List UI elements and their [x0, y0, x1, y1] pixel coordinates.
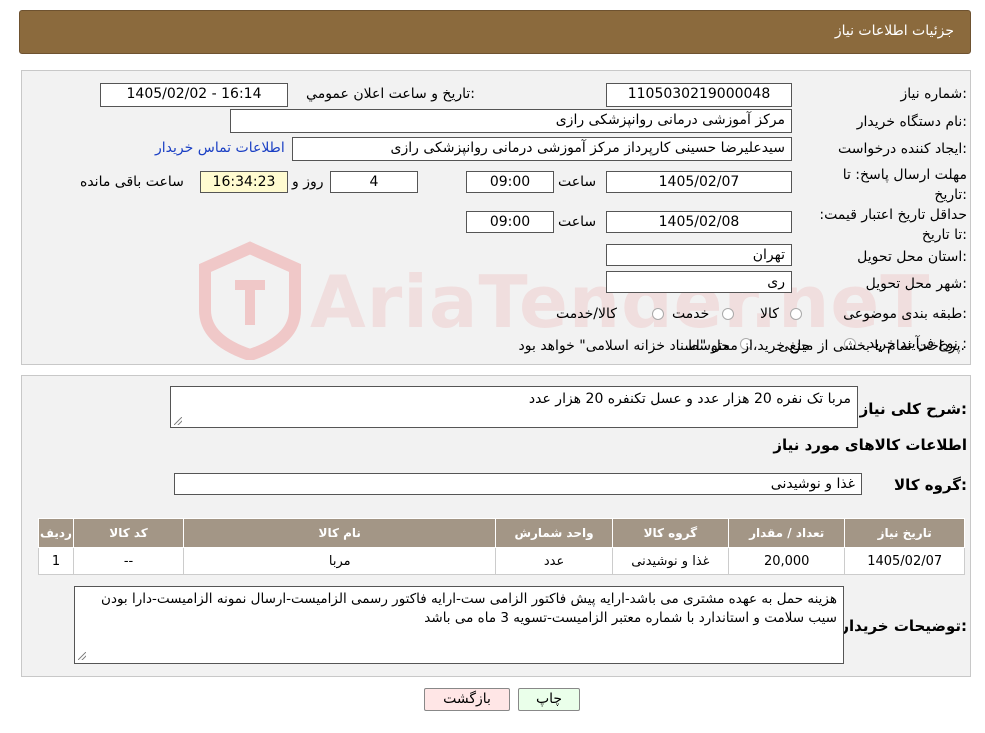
days-field: 4 — [330, 171, 418, 193]
validity-label: حداقل تاریخ اعتبار قیمت: تا تاریخ: — [807, 205, 967, 245]
page-header: جزئیات اطلاعات نیاز — [19, 10, 971, 54]
cell-goods-group: غذا و نوشیدنی — [611, 547, 730, 575]
table-row: 1 -- مربا عدد غذا و نوشیدنی 20,000 1405/… — [38, 547, 965, 575]
deadline-time-field: 09:00 — [466, 171, 554, 193]
process-note: پرداخت تمام یا بخشی از مبلغ خرید،از محل … — [518, 338, 965, 354]
cell-row-number: 1 — [38, 547, 74, 575]
goods-section-title: اطلاعات کالاهای مورد نیاز — [773, 436, 967, 454]
category-radio-service[interactable] — [722, 308, 734, 320]
category-option-goods: کالا — [760, 306, 779, 322]
need-number-field: 1105030219000048 — [606, 83, 792, 107]
category-option-service: خدمت — [672, 306, 710, 322]
announce-field: 1405/02/02 - 16:14 — [100, 83, 288, 107]
creator-field: سیدعلیرضا حسینی کارپرداز مرکز آموزشی درم… — [292, 137, 792, 161]
col-item-name: نام کالا — [183, 518, 497, 548]
col-row-number: ردیف — [38, 518, 74, 548]
description-field: مربا تک نفره 20 هزار عدد و عسل تکنفره 20… — [170, 386, 858, 428]
creator-label: ایجاد کننده درخواست: — [838, 141, 967, 157]
validity-date-field: 1405/02/08 — [606, 211, 792, 233]
province-field: تهران — [606, 244, 792, 266]
cell-quantity: 20,000 — [728, 547, 846, 575]
col-item-code: کد کالا — [72, 518, 185, 548]
buyer-org-label: نام دستگاه خریدار: — [856, 114, 967, 130]
buyer-notes-field: هزینه حمل به عهده مشتری می باشد-ارایه پی… — [74, 586, 844, 664]
remaining-label: ساعت باقی مانده — [80, 174, 184, 190]
buyer-org-field: مرکز آموزشی درمانی روانپزشکی رازی — [230, 109, 792, 133]
city-label: شهر محل تحویل: — [865, 276, 967, 292]
cell-item-code: -- — [72, 547, 185, 575]
announce-label: تاریخ و ساعت اعلان عمومي: — [306, 86, 475, 102]
category-radio-goods-service[interactable] — [652, 308, 664, 320]
validity-time-label: ساعت — [558, 214, 597, 230]
col-need-date: تاریخ نیاز — [844, 518, 965, 548]
days-label: روز و — [292, 174, 324, 190]
description-resize-icon[interactable] — [174, 417, 182, 425]
need-number-label: شماره نیاز: — [900, 86, 967, 102]
category-option-goods-service: کالا/خدمت — [556, 306, 617, 322]
remaining-time-field: 16:34:23 — [200, 171, 288, 193]
description-label: شرح کلی نیاز: — [859, 400, 967, 418]
province-label: استان محل تحویل: — [857, 249, 967, 265]
cell-unit: عدد — [495, 547, 613, 575]
validity-label-text: حداقل تاریخ اعتبار قیمت: تا تاریخ: — [819, 207, 967, 243]
city-field: ری — [606, 271, 792, 293]
category-radio-goods[interactable] — [790, 308, 802, 320]
buyer-notes-resize-icon[interactable] — [78, 652, 86, 660]
page-title: جزئیات اطلاعات نیاز — [834, 23, 954, 39]
goods-group-label: گروه کالا: — [894, 476, 967, 494]
cell-item-name: مربا — [183, 547, 497, 575]
category-label: طبقه بندی موضوعی: — [843, 306, 967, 322]
col-unit: واحد شمارش — [495, 518, 613, 548]
back-button[interactable]: بازگشت — [424, 688, 510, 711]
deadline-date-field: 1405/02/07 — [606, 171, 792, 193]
print-button[interactable]: چاپ — [518, 688, 580, 711]
col-quantity: تعداد / مقدار — [728, 518, 846, 548]
deadline-label: مهلت ارسال پاسخ: تا تاریخ: — [827, 165, 967, 205]
goods-group-field: غذا و نوشیدنی — [174, 473, 862, 495]
deadline-time-label: ساعت — [558, 174, 597, 190]
items-table: ردیف کد کالا نام کالا واحد شمارش گروه کا… — [38, 518, 965, 575]
buyer-notes-label: توضیحات خریدار: — [840, 617, 967, 635]
validity-time-field: 09:00 — [466, 211, 554, 233]
col-goods-group: گروه کالا — [611, 518, 730, 548]
items-table-header-row: ردیف کد کالا نام کالا واحد شمارش گروه کا… — [38, 518, 965, 548]
deadline-label-text: مهلت ارسال پاسخ: تا تاریخ: — [842, 167, 967, 203]
cell-need-date: 1405/02/07 — [844, 547, 965, 575]
buyer-contact-link[interactable]: اطلاعات تماس خریدار — [155, 140, 285, 156]
